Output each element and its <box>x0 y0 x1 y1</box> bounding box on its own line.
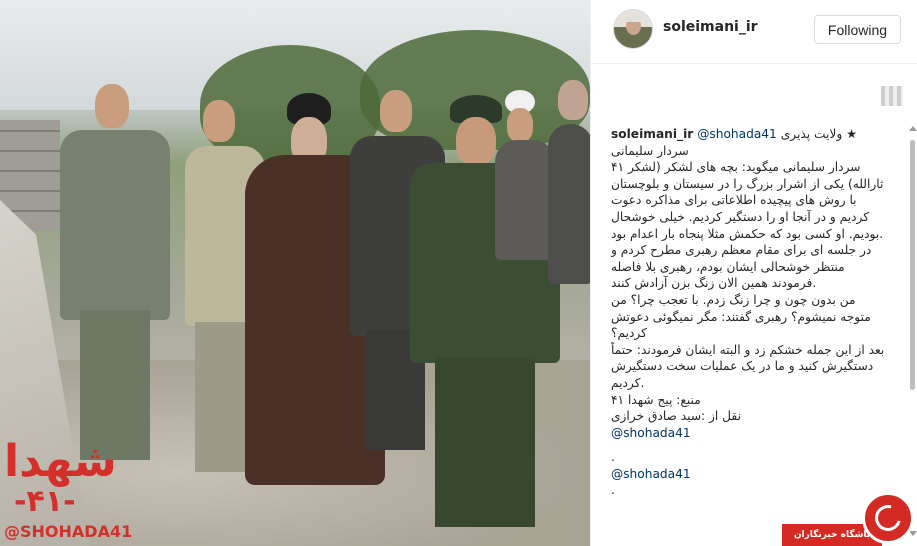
caption-line: با روش های پیچیده اطلاعاتی برای مذاکره د… <box>611 193 857 208</box>
caption-line: .بودیم. او کسی بود که حکمش مثلا پنجاه با… <box>611 226 884 241</box>
caption-line: در جلسه ای برای مقام معظم رهبری مطرح کرد… <box>611 243 872 258</box>
caption-title: ولایت پذیری ★ <box>780 127 858 141</box>
caption-line: سردار سلیمانی <box>611 143 689 158</box>
header-username[interactable]: soleimani_ir <box>663 19 758 35</box>
caption-scrollbar[interactable] <box>909 126 917 536</box>
scroll-up-arrow-icon[interactable] <box>909 126 917 131</box>
photo-overlay-shohada: شهدا <box>4 436 118 487</box>
post-photo: شهدا -۴۱- @SHOHADA41 <box>0 0 590 546</box>
caption-line: کردیم و در آنجا او را دستگیر کردیم. خیلی… <box>611 209 870 224</box>
caption-mention-link[interactable]: @shohada41 <box>611 425 907 442</box>
caption-line: کردیم؟ <box>611 326 647 341</box>
caption-line: منتظر خوشحالی ایشان بودم، رهبری بلا فاصل… <box>611 259 845 274</box>
caption-mention-link[interactable]: @shohada41 <box>611 466 907 483</box>
photo-overlay-handle: @SHOHADA41 <box>4 522 133 541</box>
avatar[interactable] <box>613 9 653 49</box>
caption-line: نقل از :سید صادق خرازی <box>611 409 741 424</box>
caption-line: دستگیرش کنید و ما در یک عملیات سخت دستگی… <box>611 359 874 374</box>
caption-line: بعد از این جمله خشکم زد و البته ایشان فر… <box>611 342 885 357</box>
photo-overlay-number: -۴۱- <box>14 484 76 519</box>
watermark-logo-mark <box>870 500 906 536</box>
following-button[interactable]: Following <box>814 15 901 44</box>
caption-first-line: soleimani_ir @shohada41 ولایت پذیری ★ <box>611 126 907 143</box>
watermark-logo-icon <box>862 492 914 544</box>
caption-mention[interactable]: @shohada41 <box>697 127 777 141</box>
caption-dot: . <box>611 450 615 465</box>
scroll-thumb[interactable] <box>910 140 915 390</box>
scroll-down-arrow-icon[interactable] <box>909 531 917 536</box>
caption-line: .کردیم <box>611 375 645 390</box>
caption-dot: . <box>611 483 615 498</box>
avatar-hair <box>625 15 642 22</box>
blurred-timestamp <box>881 86 903 106</box>
caption-line: متوجه نمیشوم؟ رهبری گفتند: مگر نمیگوئی د… <box>611 309 871 324</box>
post-side-panel: soleimani_ir Following soleimani_ir @sho… <box>590 0 917 546</box>
caption-line: .فرمودند همین الان زنگ بزن آزادش کنند <box>611 276 817 291</box>
caption-line: ثارالله) یکی از اشرار بزرگ را در سیستان … <box>611 176 884 191</box>
post-caption: soleimani_ir @shohada41 ولایت پذیری ★ سر… <box>611 126 907 546</box>
caption-line: سردار سلیمانی میگوید: بچه های لشکر (لشکر… <box>611 160 861 175</box>
caption-line: منبع: پیج شهدا ۴۱ <box>611 392 701 407</box>
caption-username[interactable]: soleimani_ir <box>611 127 693 141</box>
post-header: soleimani_ir Following <box>591 0 917 64</box>
caption-line: من بدون چون و چرا زنگ زدم. با تعجب چرا؟ … <box>611 292 856 307</box>
